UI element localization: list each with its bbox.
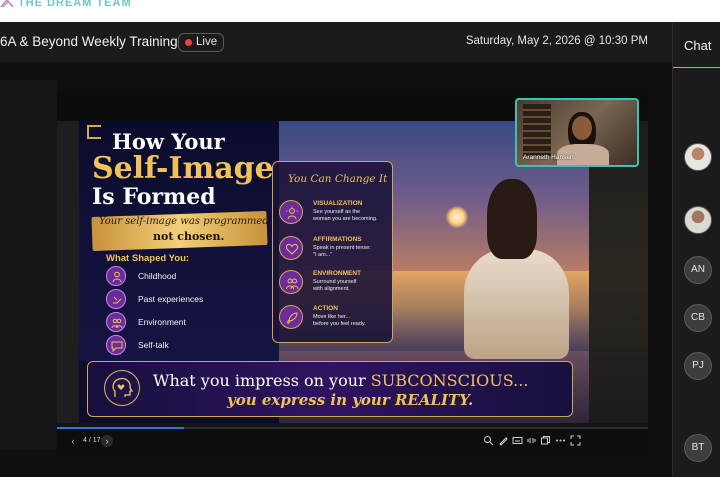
change-panel: You Can Change It VISUALIZATION See your… [272,161,393,343]
avatar[interactable]: BT [684,434,712,462]
shaped-item-childhood: Childhood [106,266,256,288]
banner-line2: you express in your REALITY. [227,391,474,409]
brand-logo[interactable]: THE DREAM TEAM [0,0,132,10]
chat-title: Chat [684,38,712,53]
avatar[interactable]: CB [684,304,712,332]
head-heart-icon [104,370,140,406]
stage-background [0,80,57,450]
avatar[interactable]: PJ [684,352,712,380]
sun-person-icon [279,200,303,224]
brand-name: THE DREAM TEAM [18,0,132,9]
change-title: You Can Change It [288,173,388,185]
woman-figure [464,249,569,359]
child-icon [106,266,126,286]
change-item-desc: Speak in present tense: "I am..." [313,245,371,258]
people-icon [279,270,303,294]
live-label: Live [196,36,218,48]
slide-title-line3: Is Formed [92,184,216,210]
caption-icon[interactable] [512,435,523,446]
heart-icon [279,236,303,260]
change-item-environment: ENVIRONMENT Surround yourself with alignm… [279,268,391,304]
speech-bubble-icon [106,335,126,355]
copy-icon[interactable] [540,435,551,446]
shaped-title: What Shaped You: [106,253,190,264]
change-item-name: ACTION [313,305,338,312]
people-icon [106,312,126,332]
change-item-visualization: VISUALIZATION See yourself as the woman y… [279,198,391,234]
audio-icon[interactable] [526,435,537,446]
presenter-face [572,116,592,140]
more-icon[interactable] [555,435,566,446]
programmed-line1: Your self-image was programmed... [99,216,279,227]
shaped-item-self-talk: Self-talk [106,335,256,357]
change-item-desc: Surround yourself with alignment. [313,279,357,292]
prev-slide-button[interactable]: ‹ [67,435,79,447]
change-item-name: ENVIRONMENT [313,270,362,277]
event-title: 6A & Beyond Weekly Training [0,34,178,49]
shaped-item-past-experiences: Past experiences [106,289,256,311]
change-item-name: VISUALIZATION [313,200,363,207]
sun-icon [446,206,468,228]
shaped-item-label: Self-talk [138,340,169,350]
event-header: 6A & Beyond Weekly Training Live Saturda… [0,22,672,62]
rocket-icon [279,305,303,329]
live-badge: Live [178,33,225,52]
shaped-item-label: Past experiences [138,294,204,304]
viewer-left-strip [57,121,79,423]
woman-hair [487,179,537,259]
top-bar: THE DREAM TEAM [0,0,720,22]
fullscreen-icon[interactable] [570,435,581,446]
pen-icon[interactable] [498,435,509,446]
subconscious-banner: What you impress on your SUBCONSCIOUS...… [87,361,573,417]
avatar[interactable] [684,143,712,171]
change-item-name: AFFIRMATIONS [313,236,362,243]
hand-icon [106,289,126,309]
next-slide-button[interactable]: › [101,435,113,447]
banner-line1: What you impress on your SUBCONSCIOUS... [153,371,529,390]
event-datetime: Saturday, May 2, 2026 @ 10:30 PM [465,35,648,47]
zoom-icon[interactable] [483,435,494,446]
viewer-controls: ‹ 4 / 17 › [57,429,648,453]
programmed-line2: not chosen. [153,230,225,243]
bookshelf [523,104,551,156]
avatar[interactable]: AN [684,256,712,284]
live-dot-icon [185,39,192,46]
presenter-camera[interactable]: Aranneth Hansen [515,98,639,167]
change-item-affirmations: AFFIRMATIONS Speak in present tense: "I a… [279,234,391,270]
page-indicator: 4 / 17 [83,437,101,444]
slide: How Your Self-Image Is Formed Your self-… [79,121,589,423]
change-item-action: ACTION Move like her... before you feel r… [279,303,391,339]
chat-divider [673,67,720,68]
change-item-desc: See yourself as the woman you are becomin… [313,209,378,222]
change-item-desc: Move like her... before you feel ready. [313,314,366,327]
chat-panel: Chat AN CB PJ BT [672,22,720,477]
shaped-item-label: Childhood [138,271,177,281]
shaped-item-label: Environment [138,317,186,327]
slide-logo-icon [87,125,101,139]
presenter-name: Aranneth Hansen [523,154,574,161]
shaped-item-environment: Environment [106,312,256,334]
avatar[interactable] [684,206,712,234]
slide-title-line2: Self-Image [92,151,274,186]
brand-swoosh-icon [0,0,14,8]
